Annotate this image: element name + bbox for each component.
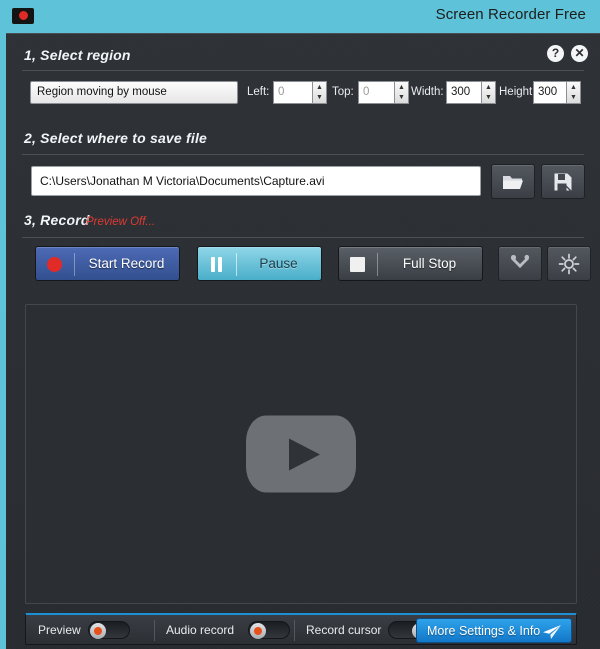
record-dot-icon	[47, 257, 62, 272]
bottom-toolbar: Preview Audio record Record cursor More …	[25, 613, 577, 645]
height-field-label: Height	[499, 86, 532, 98]
stepper-up-icon[interactable]: ▲	[395, 82, 408, 93]
toggle-knob	[90, 623, 106, 639]
width-stepper[interactable]: ▲ ▼	[481, 81, 496, 104]
save-as-button[interactable]	[541, 164, 585, 199]
title-bar: Screen Recorder Free	[0, 0, 600, 33]
pause-label: Pause	[236, 247, 321, 282]
folder-open-icon	[502, 173, 524, 191]
preview-toggle[interactable]	[88, 621, 130, 639]
toggle-knob	[250, 623, 266, 639]
start-record-button[interactable]: Start Record	[35, 246, 180, 281]
wrench-tools-icon	[510, 254, 530, 274]
record-cursor-toggle-label: Record cursor	[306, 623, 381, 637]
stepper-down-icon[interactable]: ▼	[567, 93, 580, 104]
brightness-sun-icon	[558, 253, 580, 275]
left-field-label: Left:	[247, 86, 269, 98]
full-stop-button[interactable]: Full Stop	[338, 246, 483, 281]
browse-folder-button[interactable]	[491, 164, 535, 199]
full-stop-label: Full Stop	[377, 247, 482, 282]
play-button-icon	[246, 416, 356, 493]
more-settings-info-label: More Settings & Info	[427, 619, 540, 643]
stepper-down-icon[interactable]: ▼	[313, 93, 326, 104]
stop-square-icon	[350, 257, 365, 272]
region-mode-select[interactable]: Region moving by mouse ⱟ	[30, 81, 238, 104]
tools-button[interactable]	[498, 246, 542, 281]
more-settings-info-button[interactable]: More Settings & Info	[416, 618, 572, 643]
audio-record-toggle[interactable]	[248, 621, 290, 639]
height-stepper[interactable]: ▲ ▼	[566, 81, 581, 104]
main-body: 1, Select region ? ✕ Region moving by mo…	[6, 33, 600, 649]
width-input[interactable]: 300	[446, 81, 481, 104]
section-3-divider	[22, 237, 584, 238]
top-field-label: Top:	[332, 86, 354, 98]
stepper-down-icon[interactable]: ▼	[395, 93, 408, 104]
paper-plane-icon	[542, 624, 562, 640]
help-button[interactable]: ?	[547, 45, 564, 62]
preview-toggle-label: Preview	[38, 623, 81, 637]
preview-panel[interactable]	[25, 304, 577, 604]
audio-record-toggle-label: Audio record	[166, 623, 234, 637]
region-mode-value: Region moving by mouse	[37, 86, 167, 98]
pause-button[interactable]: Pause	[197, 246, 322, 281]
stepper-up-icon[interactable]: ▲	[482, 82, 495, 93]
stepper-up-icon[interactable]: ▲	[313, 82, 326, 93]
screen-recorder-window: Screen Recorder Free 1, Select region ? …	[0, 0, 600, 649]
section-3-heading: 3, Record	[24, 212, 90, 228]
section-2-heading: 2, Select where to save file	[24, 130, 207, 146]
section-2-divider	[22, 154, 584, 155]
height-input[interactable]: 300	[533, 81, 566, 104]
start-record-label: Start Record	[74, 247, 179, 282]
floppy-save-icon	[554, 172, 573, 191]
window-title: Screen Recorder Free	[436, 6, 586, 23]
stepper-up-icon[interactable]: ▲	[567, 82, 580, 93]
close-button[interactable]: ✕	[571, 45, 588, 62]
toolbar-separator	[294, 620, 295, 641]
width-field-label: Width:	[411, 86, 444, 98]
pause-icon	[209, 257, 224, 272]
preview-status-text: Preview Off...	[86, 216, 155, 228]
section-1-divider	[22, 70, 584, 71]
left-stepper[interactable]: ▲ ▼	[312, 81, 327, 104]
toolbar-separator	[154, 620, 155, 641]
top-input[interactable]: 0	[358, 81, 394, 104]
stepper-down-icon[interactable]: ▼	[482, 93, 495, 104]
save-path-input[interactable]: C:\Users\Jonathan M Victoria\Documents\C…	[31, 166, 481, 196]
top-stepper[interactable]: ▲ ▼	[394, 81, 409, 104]
left-input[interactable]: 0	[273, 81, 312, 104]
screen-record-icon	[12, 8, 34, 24]
section-1-heading: 1, Select region	[24, 47, 131, 63]
brightness-button[interactable]	[547, 246, 591, 281]
